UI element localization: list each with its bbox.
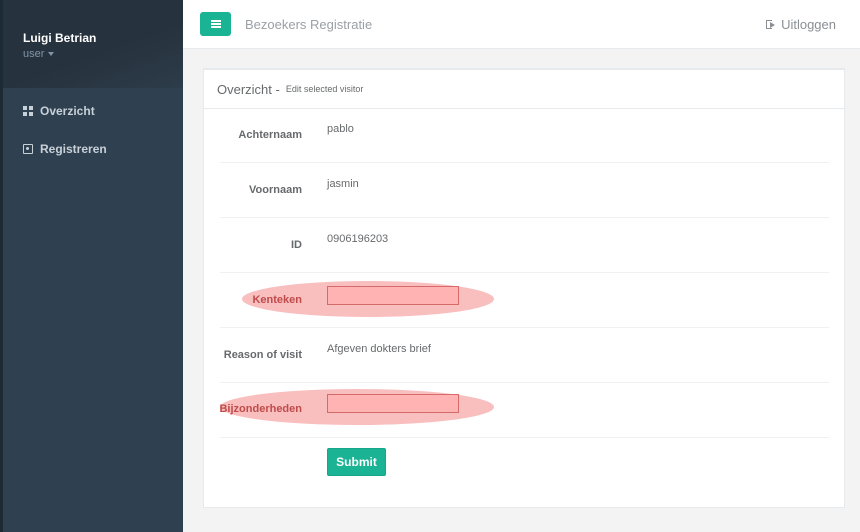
- form-row-reason: Reason of visit Afgeven dokters brief: [220, 328, 829, 383]
- bijzonderheden-input[interactable]: [327, 394, 459, 413]
- menu-toggle-button[interactable]: [200, 12, 231, 36]
- panel-header: Overzicht - Edit selected visitor: [204, 70, 844, 109]
- field-label: Bijzonderheden: [219, 403, 302, 415]
- sidebar-item-label: Overzicht: [40, 104, 95, 118]
- form-row-bijzonderheden: Bijzonderheden: [219, 383, 829, 438]
- user-name: Luigi Betrian: [23, 31, 97, 45]
- app-title: Bezoekers Registratie: [245, 17, 373, 32]
- field-value: jasmin: [327, 178, 359, 190]
- field-label: Kenteken: [252, 294, 302, 306]
- edit-visitor-panel: Overzicht - Edit selected visitor Achter…: [203, 68, 845, 508]
- kenteken-input[interactable]: [327, 286, 459, 305]
- field-value: pablo: [327, 123, 354, 135]
- panel-subtitle: Edit selected visitor: [285, 84, 364, 94]
- form-row-kenteken: Kenteken: [220, 273, 829, 328]
- logout-label: Uitloggen: [781, 17, 836, 32]
- form-row-voornaam: Voornaam jasmin: [220, 163, 829, 218]
- logout-link[interactable]: Uitloggen: [766, 17, 836, 32]
- panel-title: Overzicht -: [217, 81, 280, 97]
- field-label: Achternaam: [238, 129, 302, 141]
- top-bar: Bezoekers Registratie Uitloggen: [183, 0, 860, 49]
- grid-icon: [23, 106, 33, 116]
- form-row-id: ID 0906196203: [220, 218, 829, 273]
- field-label: Reason of visit: [223, 349, 302, 361]
- user-role-dropdown[interactable]: user: [23, 48, 183, 60]
- field-label: Voornaam: [249, 184, 302, 196]
- sidebar-item-registreren[interactable]: Registreren: [3, 130, 183, 168]
- field-value: 0906196203: [327, 233, 389, 245]
- form-row-achternaam: Achternaam pablo: [220, 108, 829, 163]
- profile-header: Luigi Betrian user: [3, 0, 183, 88]
- user-card-icon: [23, 144, 33, 154]
- hamburger-icon: [210, 20, 221, 28]
- submit-button[interactable]: Submit: [327, 448, 386, 476]
- sidebar: Luigi Betrian user Overzicht Registreren: [0, 0, 183, 532]
- sidebar-item-label: Registreren: [40, 142, 107, 156]
- sidebar-item-overzicht[interactable]: Overzicht: [3, 92, 183, 130]
- caret-down-icon: [48, 52, 55, 56]
- sign-out-icon: [766, 20, 776, 29]
- field-label: ID: [291, 239, 302, 251]
- field-value: Afgeven dokters brief: [327, 343, 431, 355]
- sidebar-nav: Overzicht Registreren: [3, 92, 183, 168]
- user-role: user: [23, 48, 45, 60]
